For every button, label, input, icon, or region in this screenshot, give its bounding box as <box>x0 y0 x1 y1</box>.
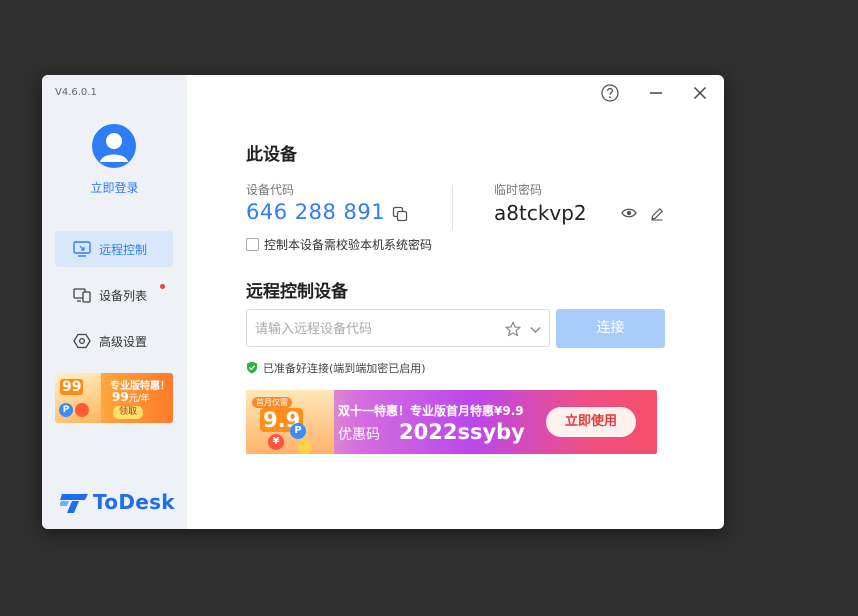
promo-price-unit: 元/年 <box>128 394 150 404</box>
sidebar-item-label: 设备列表 <box>99 289 148 303</box>
coin-icon <box>75 403 89 417</box>
shield-check-icon <box>247 361 257 374</box>
banner-coupon-code: 2022ssyby <box>399 420 525 444</box>
devices-icon <box>73 288 91 303</box>
help-icon <box>601 84 619 102</box>
promo-banner[interactable]: 首月仅需 9.9 ¥ P 双十一特惠！专业版首月特惠¥9.9 优惠码 2022s… <box>246 390 657 454</box>
coin-icon: ¥ <box>268 434 284 450</box>
help-button[interactable] <box>599 82 621 104</box>
banner-coupon-label: 优惠码 <box>338 427 380 443</box>
todesk-logo-icon <box>60 494 88 513</box>
verify-password-label: 控制本设备需校验本机系统密码 <box>264 238 433 252</box>
version-label: V4.6.0.1 <box>55 87 97 98</box>
eye-icon[interactable] <box>621 207 637 219</box>
star-icon[interactable] <box>505 321 521 337</box>
user-icon[interactable] <box>92 124 136 168</box>
sidebar-item-device-list[interactable]: 设备列表 <box>55 277 173 313</box>
main-panel: 此设备 设备代码 646 288 891 临时密码 a8tckvp2 控制本设备… <box>187 75 724 529</box>
settings-icon <box>73 333 91 349</box>
banner-tag: 首月仅需 <box>252 397 292 408</box>
banner-use-now-button[interactable]: 立即使用 <box>546 407 636 437</box>
coin-icon: P <box>290 423 306 439</box>
connection-status-text: 已准备好连接(端到端加密已启用) <box>263 362 426 375</box>
logo-text: ToDesk <box>93 490 175 514</box>
device-code-label: 设备代码 <box>246 183 295 197</box>
promo-price: 99元/年 <box>112 390 150 404</box>
remote-code-input[interactable] <box>253 316 497 342</box>
device-code-value: 646 288 891 <box>246 200 386 224</box>
verify-password-checkbox[interactable] <box>246 238 259 251</box>
sidebar-promo-banner[interactable]: 99 P 专业版特惠！ 99元/年 领取 <box>55 373 173 423</box>
remote-code-input-box <box>246 309 550 347</box>
sidebar-item-label: 高级设置 <box>99 335 148 349</box>
sidebar-item-remote-control[interactable]: 远程控制 <box>55 231 173 267</box>
promo-claim-button[interactable]: 领取 <box>113 406 144 419</box>
banner-headline: 双十一特惠！专业版首月特惠¥9.9 <box>338 404 524 418</box>
sidebar-item-advanced-settings[interactable]: 高级设置 <box>55 323 173 359</box>
this-device-title: 此设备 <box>246 145 297 165</box>
coin-icon: P <box>59 403 73 417</box>
temp-password-label: 临时密码 <box>494 183 543 197</box>
connect-button[interactable]: 连接 <box>556 309 665 348</box>
divider <box>452 185 453 229</box>
edit-icon[interactable] <box>650 207 664 221</box>
notification-dot <box>160 284 165 289</box>
monitor-icon <box>73 241 91 257</box>
minimize-icon <box>650 92 662 94</box>
login-link[interactable]: 立即登录 <box>42 179 187 196</box>
remote-control-title: 远程控制设备 <box>246 282 348 302</box>
minimize-button[interactable] <box>645 82 667 104</box>
copy-icon[interactable] <box>392 206 408 222</box>
sidebar: V4.6.0.1 立即登录 远程控制 设备列表 高级设置 99 P 专业版特惠！… <box>42 75 187 529</box>
temp-password-value: a8tckvp2 <box>494 201 587 225</box>
promo-badge: 99 <box>60 379 84 395</box>
todesk-window: V4.6.0.1 立即登录 远程控制 设备列表 高级设置 99 P 专业版特惠！… <box>42 75 724 529</box>
coin-icon <box>298 440 312 454</box>
close-button[interactable] <box>689 82 711 104</box>
chevron-down-icon[interactable] <box>529 323 542 336</box>
close-icon <box>693 86 707 100</box>
sidebar-item-label: 远程控制 <box>99 243 148 257</box>
promo-price-value: 99 <box>112 390 129 404</box>
